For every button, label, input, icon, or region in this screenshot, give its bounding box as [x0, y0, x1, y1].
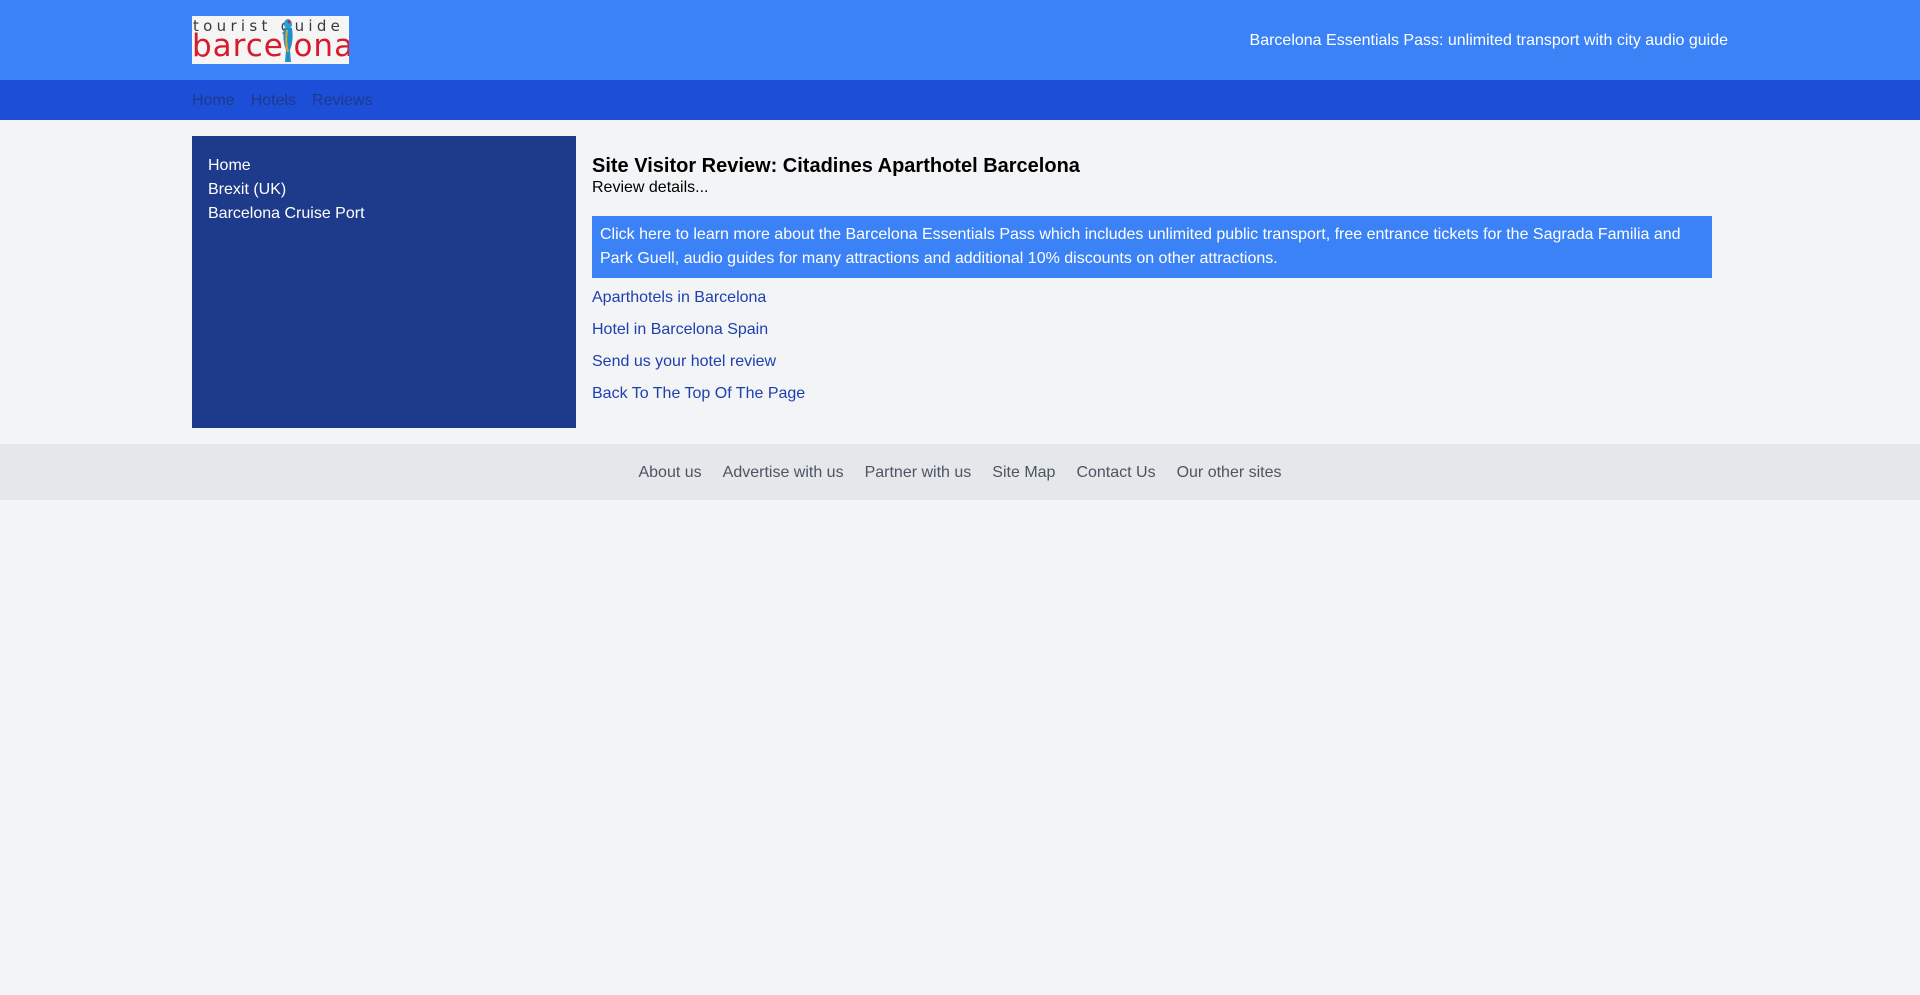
footer-link-about[interactable]: About us — [638, 463, 701, 482]
site-footer: About us Advertise with us Partner with … — [0, 444, 1920, 500]
footer-link-contact[interactable]: Contact Us — [1076, 463, 1155, 482]
nav-item-reviews[interactable]: Reviews — [312, 91, 372, 110]
review-details-text: Review details... — [592, 179, 709, 196]
footer-link-partner[interactable]: Partner with us — [865, 463, 972, 482]
nav-item-home[interactable]: Home — [192, 91, 235, 110]
nav-items: Home Hotels Reviews — [192, 91, 373, 110]
sidebar: Home Brexit (UK) Barcelona Cruise Port — [192, 136, 576, 428]
main-navbar: Home Hotels Reviews — [0, 80, 1920, 120]
logo-bottom-text: barcelona — [192, 28, 349, 64]
essentials-pass-promo-box[interactable]: Click here to learn more about the Barce… — [592, 216, 1712, 278]
main-area: Home Brexit (UK) Barcelona Cruise Port S… — [0, 120, 1920, 445]
site-header: tourist guide barcelona Barcelona Essent… — [0, 0, 1920, 80]
logo-figure-icon — [283, 19, 293, 62]
related-links: Aparthotels in Barcelona Hotel in Barcel… — [592, 288, 1712, 404]
sidebar-item-home[interactable]: Home — [208, 154, 560, 178]
site-logo[interactable]: tourist guide barcelona — [192, 16, 349, 64]
content: Site Visitor Review: Citadines Aparthote… — [592, 136, 1712, 404]
nav-item-hotels[interactable]: Hotels — [251, 91, 296, 110]
footer-link-sitemap[interactable]: Site Map — [992, 463, 1055, 482]
sidebar-item-cruise-port[interactable]: Barcelona Cruise Port — [208, 202, 560, 226]
link-aparthotels[interactable]: Aparthotels in Barcelona — [592, 288, 1712, 308]
link-hotel-barcelona[interactable]: Hotel in Barcelona Spain — [592, 320, 1712, 340]
sidebar-item-brexit[interactable]: Brexit (UK) — [208, 178, 560, 202]
link-back-to-top[interactable]: Back To The Top Of The Page — [592, 384, 1712, 404]
footer-link-other-sites[interactable]: Our other sites — [1177, 463, 1282, 482]
page-title: Site Visitor Review: Citadines Aparthote… — [592, 155, 1080, 177]
footer-link-advertise[interactable]: Advertise with us — [723, 463, 844, 482]
link-send-review[interactable]: Send us your hotel review — [592, 352, 1712, 372]
footer-links: About us Advertise with us Partner with … — [0, 444, 1920, 482]
essentials-pass-header-link[interactable]: Barcelona Essentials Pass: unlimited tra… — [1250, 31, 1728, 50]
